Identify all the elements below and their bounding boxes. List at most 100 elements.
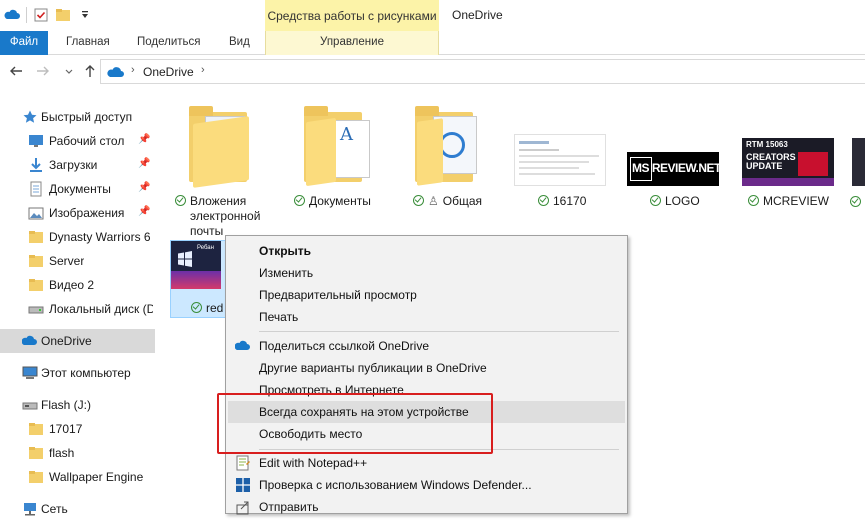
tab-view[interactable]: Вид bbox=[229, 31, 250, 55]
menu-item-print[interactable]: Печать bbox=[228, 306, 625, 328]
file-item[interactable]: Вложения электронной почты bbox=[175, 104, 265, 240]
pin-icon[interactable]: 📌 bbox=[138, 206, 150, 217]
file-item[interactable]: MS REVIEW.NET LOGO bbox=[622, 130, 722, 214]
tab-manage[interactable]: Управление bbox=[265, 31, 439, 55]
pictures-icon bbox=[28, 205, 44, 221]
file-name: Документы bbox=[309, 194, 371, 208]
menu-item-share-onedrive-link[interactable]: Поделиться ссылкой OneDrive bbox=[228, 335, 625, 357]
nav-item-downloads[interactable]: Загрузки 📌 bbox=[0, 153, 155, 177]
nav-item-video-2[interactable]: Видео 2 bbox=[0, 273, 155, 297]
onedrive-cloud-icon[interactable] bbox=[4, 7, 20, 23]
menu-item-open[interactable]: Открыть bbox=[228, 240, 625, 262]
menu-item-preview[interactable]: Предварительный просмотр bbox=[228, 284, 625, 306]
nav-item-flash[interactable]: flash bbox=[0, 441, 155, 465]
address-bar[interactable]: › OneDrive › bbox=[100, 59, 865, 84]
cloud-icon bbox=[21, 333, 38, 349]
sync-ok-icon bbox=[538, 195, 549, 206]
pin-icon[interactable]: 📌 bbox=[138, 134, 150, 145]
nav-item-server[interactable]: Server bbox=[0, 249, 155, 273]
folder-icon: A bbox=[304, 104, 370, 188]
folder-icon bbox=[28, 445, 44, 461]
nav-label: Локальный диск (D bbox=[49, 302, 153, 316]
network-icon bbox=[22, 501, 38, 517]
documents-icon bbox=[28, 181, 44, 197]
breadcrumb-chevron-icon[interactable]: › bbox=[131, 64, 135, 76]
cloud-icon bbox=[107, 65, 125, 82]
menu-item-label: Поделиться ссылкой OneDrive bbox=[259, 339, 430, 353]
back-arrow-icon[interactable] bbox=[8, 63, 24, 79]
file-name-line: Вложения bbox=[190, 194, 247, 208]
recent-locations-chevron-icon[interactable] bbox=[61, 63, 77, 79]
title-bar: Средства работы с рисунками OneDrive bbox=[0, 0, 865, 31]
nav-item-wallpaper-engine[interactable]: Wallpaper Engine bbox=[0, 465, 155, 489]
file-item[interactable]: 16170 bbox=[510, 130, 610, 214]
menu-item-label: Изменить bbox=[259, 266, 314, 280]
properties-icon[interactable] bbox=[33, 7, 49, 23]
document-letter-icon: A bbox=[340, 124, 353, 145]
nav-item-network[interactable]: Сеть bbox=[0, 497, 155, 521]
nav-item-local-disk-d[interactable]: Локальный диск (D bbox=[0, 297, 155, 321]
file-item[interactable]: RTM 15063 CREATORS UPDATE MCREVIEW bbox=[738, 130, 838, 214]
file-item[interactable]: A Документы bbox=[290, 104, 390, 214]
nav-item-onedrive[interactable]: OneDrive bbox=[0, 329, 155, 353]
nav-label: Dynasty Warriors 6 - bbox=[49, 230, 153, 244]
menu-item-label: Другие варианты публикации в OneDrive bbox=[259, 361, 487, 375]
nav-item-dynasty-warriors[interactable]: Dynasty Warriors 6 - bbox=[0, 225, 155, 249]
file-item[interactable] bbox=[848, 138, 865, 214]
thumb-caption: UPDATE bbox=[746, 161, 783, 171]
pin-icon[interactable]: 📌 bbox=[138, 182, 150, 193]
nav-item-this-pc[interactable]: Этот компьютер bbox=[0, 361, 155, 385]
forward-arrow-icon[interactable] bbox=[35, 63, 51, 79]
context-menu: Открыть Изменить Предварительный просмот… bbox=[225, 235, 628, 515]
menu-item-more-sharing-options[interactable]: Другие варианты публикации в OneDrive bbox=[228, 357, 625, 379]
nav-item-17017[interactable]: 17017 bbox=[0, 417, 155, 441]
highlight-annotation-box bbox=[217, 393, 493, 454]
nav-item-quick-access[interactable]: Быстрый доступ bbox=[0, 105, 155, 129]
drive-icon bbox=[28, 301, 44, 317]
folder-icon bbox=[189, 104, 251, 188]
pin-icon[interactable]: 📌 bbox=[138, 158, 150, 169]
menu-item-label: Edit with Notepad++ bbox=[259, 456, 368, 470]
customize-toolbar-icon[interactable] bbox=[77, 7, 93, 23]
nav-label: Быстрый доступ bbox=[41, 110, 133, 124]
folder-icon bbox=[28, 229, 44, 245]
breadcrumb-onedrive[interactable]: OneDrive bbox=[143, 65, 194, 79]
file-item-selected[interactable]: Ребан red bbox=[170, 240, 226, 318]
new-folder-icon[interactable] bbox=[55, 7, 71, 23]
thumb-caption: RTM 15063 bbox=[746, 140, 788, 149]
nav-item-pictures[interactable]: Изображения 📌 bbox=[0, 201, 155, 225]
folder-icon bbox=[415, 104, 477, 188]
image-thumbnail bbox=[852, 138, 865, 186]
tab-file[interactable]: Файл bbox=[0, 31, 48, 55]
image-thumbnail bbox=[514, 134, 606, 186]
breadcrumb-chevron-icon[interactable]: › bbox=[201, 64, 205, 76]
menu-item-label: Проверка с использованием Windows Defend… bbox=[259, 478, 532, 492]
menu-item-edit[interactable]: Изменить bbox=[228, 262, 625, 284]
file-item[interactable]: ♙ Общая bbox=[405, 104, 505, 214]
ribbon-tabs: Файл Главная Поделиться Вид Управление bbox=[0, 31, 865, 55]
folder-icon bbox=[28, 253, 44, 269]
cloud-icon bbox=[234, 338, 251, 354]
nav-item-documents[interactable]: Документы 📌 bbox=[0, 177, 155, 201]
tab-home[interactable]: Главная bbox=[66, 31, 110, 55]
file-name: red bbox=[206, 301, 224, 315]
window-title: OneDrive bbox=[452, 8, 503, 22]
nav-label: flash bbox=[49, 446, 75, 460]
desktop-icon bbox=[28, 133, 44, 149]
menu-item-windows-defender-scan[interactable]: Проверка с использованием Windows Defend… bbox=[228, 474, 625, 496]
nav-item-desktop[interactable]: Рабочий стол 📌 bbox=[0, 129, 155, 153]
tab-share[interactable]: Поделиться bbox=[137, 31, 201, 55]
menu-item-edit-notepad-plus[interactable]: Edit with Notepad++ bbox=[228, 452, 625, 474]
menu-item-label: Открыть bbox=[259, 244, 312, 258]
up-arrow-icon[interactable] bbox=[82, 63, 98, 79]
nav-label: Этот компьютер bbox=[41, 366, 131, 380]
menu-item-send-to[interactable]: Отправить bbox=[228, 496, 625, 518]
defender-icon bbox=[235, 477, 251, 493]
sync-ok-icon bbox=[191, 302, 202, 313]
quick-access-toolbar bbox=[4, 5, 93, 25]
thumb-caption: Ребан bbox=[197, 245, 214, 251]
nav-item-flash-j[interactable]: Flash (J:) bbox=[0, 393, 155, 417]
nav-label: Server bbox=[49, 254, 85, 268]
nav-label: Flash (J:) bbox=[41, 398, 92, 412]
nav-label: OneDrive bbox=[41, 334, 92, 348]
